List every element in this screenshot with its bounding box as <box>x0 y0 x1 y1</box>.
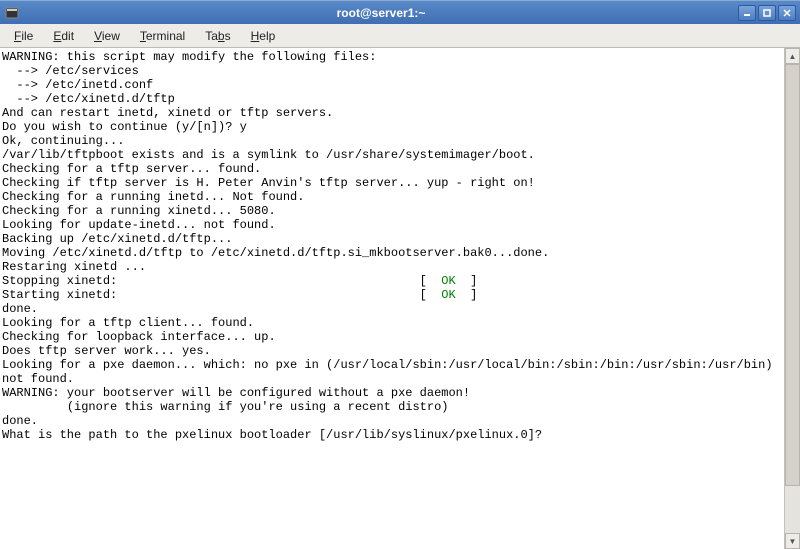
scrollbar[interactable]: ▲ ▼ <box>784 48 800 549</box>
terminal-line: Moving /etc/xinetd.d/tftp to /etc/xinetd… <box>2 246 780 260</box>
terminal-line: Does tftp server work... yes. <box>2 344 780 358</box>
maximize-button[interactable] <box>758 5 776 21</box>
minimize-button[interactable] <box>738 5 756 21</box>
terminal-line: WARNING: this script may modify the foll… <box>2 50 780 64</box>
terminal-line: Checking for a tftp server... found. <box>2 162 780 176</box>
terminal-area: WARNING: this script may modify the foll… <box>0 48 800 549</box>
menu-terminal[interactable]: Terminal <box>132 27 193 45</box>
terminal[interactable]: WARNING: this script may modify the foll… <box>0 48 784 549</box>
menu-tabs[interactable]: Tabs <box>197 27 238 45</box>
terminal-line: Restaring xinetd ... <box>2 260 780 274</box>
terminal-line: Backing up /etc/xinetd.d/tftp... <box>2 232 780 246</box>
terminal-line: --> /etc/inetd.conf <box>2 78 780 92</box>
terminal-line: Ok, continuing... <box>2 134 780 148</box>
menu-help-rest: elp <box>259 29 275 43</box>
menu-file[interactable]: File <box>6 27 41 45</box>
terminal-line: --> /etc/services <box>2 64 780 78</box>
terminal-line: done. <box>2 302 780 316</box>
menu-edit[interactable]: Edit <box>45 27 82 45</box>
terminal-line: not found. <box>2 372 780 386</box>
terminal-line: Starting xinetd: [ OK ] <box>2 288 780 302</box>
window-controls <box>738 5 796 21</box>
terminal-line: /var/lib/tftpboot exists and is a symlin… <box>2 148 780 162</box>
status-ok: OK <box>441 274 455 288</box>
terminal-line: Checking for a running xinetd... 5080. <box>2 204 780 218</box>
terminal-line: And can restart inetd, xinetd or tftp se… <box>2 106 780 120</box>
status-ok: OK <box>441 288 455 302</box>
close-button[interactable] <box>778 5 796 21</box>
scroll-thumb[interactable] <box>785 64 800 486</box>
status-suffix: ] <box>456 274 478 288</box>
status-prefix: Starting xinetd: [ <box>2 288 441 302</box>
menu-edit-rest: dit <box>61 29 74 43</box>
terminal-line: Do you wish to continue (y/[n])? y <box>2 120 780 134</box>
menubar: File Edit View Terminal Tabs Help <box>0 24 800 48</box>
terminal-line: Checking for loopback interface... up. <box>2 330 780 344</box>
status-suffix: ] <box>456 288 478 302</box>
terminal-line: (ignore this warning if you're using a r… <box>2 400 780 414</box>
scroll-up-button[interactable]: ▲ <box>785 48 800 64</box>
terminal-line: What is the path to the pxelinux bootloa… <box>2 428 780 442</box>
window-title: root@server1:~ <box>24 6 738 20</box>
terminal-line: WARNING: your bootserver will be configu… <box>2 386 780 400</box>
terminal-line: Stopping xinetd: [ OK ] <box>2 274 780 288</box>
terminal-line: Looking for a pxe daemon... which: no px… <box>2 358 780 372</box>
titlebar: root@server1:~ <box>0 0 800 24</box>
terminal-line: Looking for update-inetd... not found. <box>2 218 780 232</box>
terminal-line: --> /etc/xinetd.d/tftp <box>2 92 780 106</box>
terminal-line: Looking for a tftp client... found. <box>2 316 780 330</box>
terminal-line: Checking for a running inetd... Not foun… <box>2 190 780 204</box>
terminal-line: Checking if tftp server is H. Peter Anvi… <box>2 176 780 190</box>
scroll-down-button[interactable]: ▼ <box>785 533 800 549</box>
app-icon <box>4 5 20 21</box>
menu-help[interactable]: Help <box>243 27 284 45</box>
scroll-track[interactable] <box>785 64 800 533</box>
status-prefix: Stopping xinetd: [ <box>2 274 441 288</box>
menu-terminal-rest: erminal <box>146 29 185 43</box>
menu-view-rest: iew <box>102 29 120 43</box>
menu-view[interactable]: View <box>86 27 128 45</box>
terminal-line: done. <box>2 414 780 428</box>
menu-file-rest: ile <box>21 29 33 43</box>
menu-tabs-rest: s <box>225 29 231 43</box>
